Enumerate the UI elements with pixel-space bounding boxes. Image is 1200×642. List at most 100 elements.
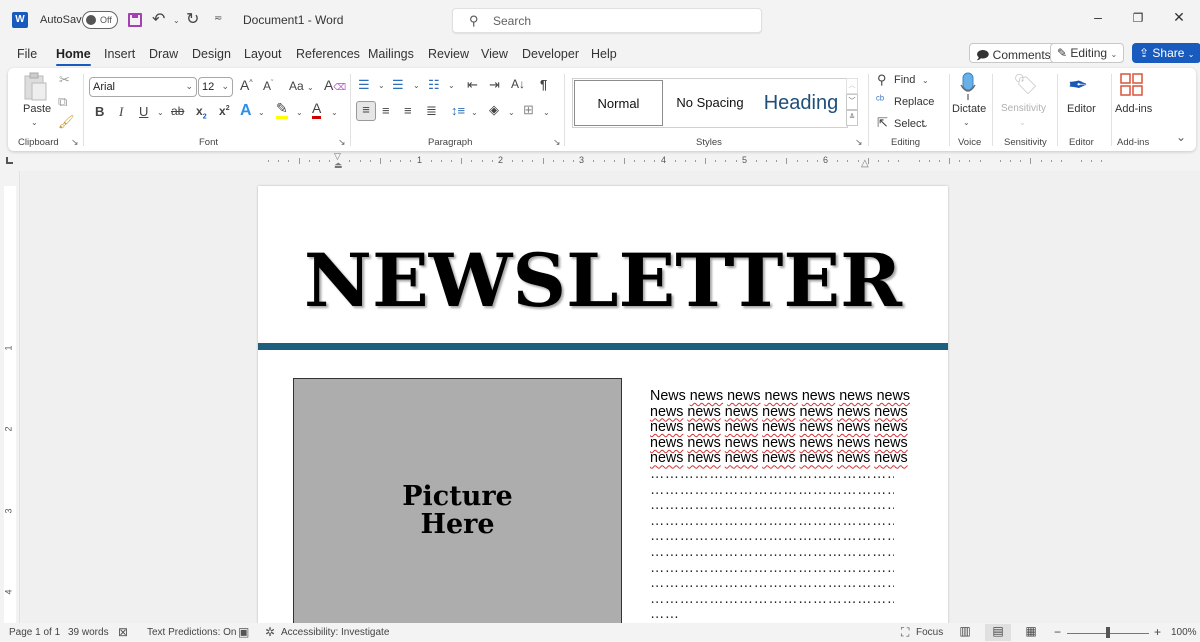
justify-icon[interactable]: ≣	[426, 103, 437, 119]
chevron-down-icon[interactable]: ⌄	[543, 108, 550, 117]
clipboard-launcher-icon[interactable]: ↘	[71, 137, 79, 148]
read-mode-view-button[interactable]: ▥	[952, 624, 978, 641]
zoom-out-button[interactable]: −	[1054, 625, 1061, 639]
align-left-button[interactable]: ≡	[356, 101, 376, 121]
scroll-down-button[interactable]: ﹀	[846, 94, 858, 110]
undo-icon[interactable]: ↶	[152, 9, 165, 29]
more-styles-button[interactable]: ≚	[846, 110, 858, 126]
decrease-indent-icon[interactable]: ⇤	[467, 77, 478, 93]
tab-layout[interactable]: Layout	[244, 47, 282, 61]
scroll-up-button[interactable]: ︿	[846, 78, 858, 94]
clear-formatting-icon[interactable]: A⌫	[324, 77, 346, 93]
search-box[interactable]: ⚲ Search	[452, 8, 762, 33]
format-painter-icon[interactable]: 🖌	[58, 114, 75, 130]
align-center-icon[interactable]: ≡	[382, 103, 390, 118]
editor-pen-icon[interactable]: ✒	[1068, 71, 1088, 100]
find-icon[interactable]: ⚲	[877, 72, 887, 88]
font-color-dropdown-icon[interactable]: ⌄	[331, 108, 338, 117]
chevron-down-icon[interactable]: ⌄	[413, 81, 420, 90]
chevron-down-icon[interactable]: ⌄	[963, 118, 970, 127]
zoom-slider-thumb[interactable]	[1106, 627, 1110, 638]
chevron-down-icon[interactable]: ⌄	[378, 81, 385, 90]
save-icon[interactable]	[128, 13, 142, 27]
font-name-combo[interactable]: Arial ⌄	[89, 77, 197, 97]
accessibility-status[interactable]: Accessibility: Investigate	[281, 627, 389, 638]
sort-icon[interactable]: A↓	[511, 77, 525, 91]
italic-button[interactable]: I	[119, 104, 123, 120]
highlight-dropdown-icon[interactable]: ⌄	[296, 108, 303, 117]
bullets-icon[interactable]: ☰	[358, 77, 370, 93]
style-heading[interactable]: Heading	[755, 80, 847, 126]
paste-dropdown-icon[interactable]: ⌄	[31, 118, 38, 127]
page-count[interactable]: Page 1 of 1	[9, 627, 60, 638]
comments-button[interactable]: 🗩 Comments	[969, 43, 1058, 63]
right-indent-marker[interactable]: △	[861, 158, 869, 169]
styles-launcher-icon[interactable]: ↘	[855, 137, 863, 148]
tab-draw[interactable]: Draw	[149, 47, 178, 61]
grow-font-icon[interactable]: A^	[240, 77, 253, 93]
bold-button[interactable]: B	[95, 104, 104, 119]
subscript-button[interactable]: x2	[196, 104, 207, 120]
word-count[interactable]: 39 words	[68, 627, 109, 638]
zoom-in-button[interactable]: +	[1154, 625, 1161, 639]
tab-design[interactable]: Design	[192, 47, 231, 61]
underline-button[interactable]: U	[139, 104, 148, 119]
tab-references[interactable]: References	[296, 47, 360, 61]
addins-grid-icon[interactable]	[1120, 73, 1144, 97]
autosave-toggle[interactable]: Off	[82, 11, 118, 29]
paste-button[interactable]	[22, 72, 48, 102]
chevron-down-icon[interactable]: ⌄	[471, 108, 478, 117]
superscript-button[interactable]: x2	[219, 104, 230, 118]
line-spacing-icon[interactable]: ↕≡	[451, 103, 465, 118]
dictate-button[interactable]: Dictate	[952, 103, 986, 115]
tab-mailings[interactable]: Mailings	[368, 47, 414, 61]
vertical-ruler[interactable]: 1 2 3 4	[0, 171, 20, 626]
highlight-icon[interactable]: ✎	[276, 101, 288, 119]
paragraph-launcher-icon[interactable]: ↘	[553, 137, 561, 148]
print-layout-view-button[interactable]: ▤	[985, 624, 1011, 641]
text-predictions-status[interactable]: Text Predictions: On	[147, 627, 236, 638]
tab-help[interactable]: Help	[591, 47, 617, 61]
share-button[interactable]: ⇪ Share ⌄	[1132, 43, 1200, 63]
picture-placeholder[interactable]: Picture Here	[293, 378, 622, 623]
minimize-icon[interactable]: –	[1088, 9, 1108, 25]
shading-icon[interactable]: ◈	[489, 102, 499, 118]
underline-dropdown-icon[interactable]: ⌄	[157, 108, 164, 117]
hanging-indent-marker[interactable]: ⏏	[334, 160, 343, 171]
increase-indent-icon[interactable]: ⇥	[489, 77, 500, 93]
numbering-icon[interactable]: ☰	[392, 77, 404, 93]
chevron-down-icon[interactable]: ⌄	[448, 81, 455, 90]
addins-button[interactable]: Add-ins	[1115, 103, 1152, 115]
style-no-spacing[interactable]: No Spacing	[666, 80, 754, 126]
text-effects-dropdown-icon[interactable]: ⌄	[258, 108, 265, 117]
newsletter-masthead[interactable]: NEWSLETTER	[251, 238, 955, 324]
macro-recording-icon[interactable]: ▣	[238, 625, 249, 639]
align-right-icon[interactable]: ≡	[404, 103, 412, 118]
restore-icon[interactable]: ❐	[1128, 11, 1148, 25]
document-page[interactable]: NEWSLETTER Picture Here News news news n…	[258, 186, 948, 623]
tab-view[interactable]: View	[481, 47, 508, 61]
replace-button[interactable]: Replace	[894, 96, 934, 108]
select-cursor-icon[interactable]: ⇱	[877, 115, 888, 131]
chevron-down-icon[interactable]: ⌄	[508, 108, 515, 117]
change-case-button[interactable]: Aa ⌄	[289, 79, 314, 93]
tab-selector-icon[interactable]	[6, 157, 13, 164]
copy-icon[interactable]: ⧉	[58, 94, 67, 110]
proofing-icon[interactable]: ⊠	[118, 625, 128, 639]
borders-icon[interactable]: ⊞	[523, 102, 534, 118]
horizontal-ruler[interactable]: 1 2 3 4 5 6 ▽ ⏏ △	[0, 151, 1200, 171]
font-launcher-icon[interactable]: ↘	[338, 137, 346, 148]
document-canvas[interactable]: NEWSLETTER Picture Here News news news n…	[21, 171, 1200, 623]
select-button[interactable]: Select	[894, 118, 925, 130]
style-normal[interactable]: Normal	[574, 80, 663, 126]
font-color-icon[interactable]: A	[312, 101, 322, 119]
find-button[interactable]: Find	[894, 74, 915, 86]
customize-qat-icon[interactable]: ≂	[214, 13, 222, 24]
editing-mode-button[interactable]: ✎ Editing ⌄	[1050, 43, 1125, 63]
web-layout-view-button[interactable]: ▦	[1018, 624, 1044, 641]
redo-icon[interactable]: ↻	[186, 9, 199, 29]
microphone-icon[interactable]	[959, 72, 977, 102]
show-formatting-marks-icon[interactable]: ¶	[540, 77, 547, 92]
chevron-down-icon[interactable]: ⌄	[922, 120, 929, 129]
cut-icon[interactable]: ✂	[59, 72, 70, 88]
